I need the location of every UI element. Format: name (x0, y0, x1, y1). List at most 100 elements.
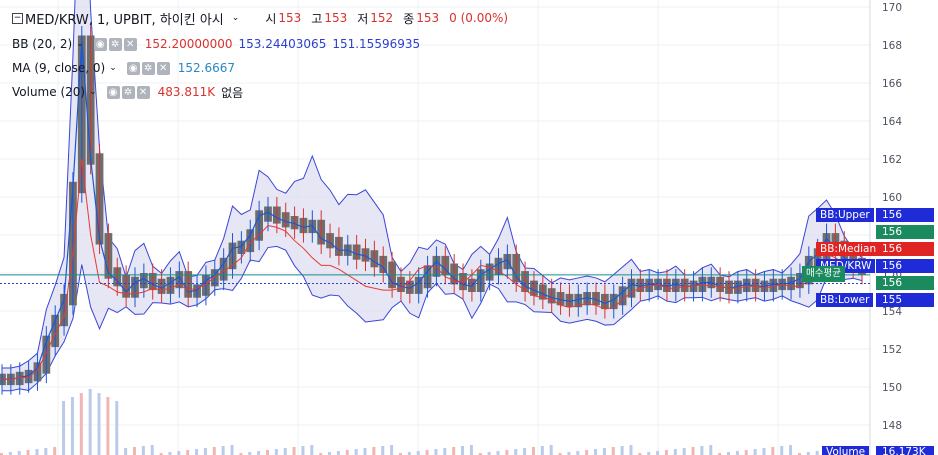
volume-bar (292, 447, 296, 455)
volume-bar (416, 451, 420, 455)
volume-bar (106, 397, 110, 455)
y-tick-label: 152 (882, 344, 902, 356)
ma-value: 152.6667 (177, 61, 235, 75)
volume-bar (540, 446, 544, 455)
volume-bar (780, 446, 784, 455)
volume-bar (230, 445, 234, 455)
volume-bar (35, 449, 39, 455)
volume-bar (44, 448, 48, 455)
volume-bar (514, 449, 518, 455)
volume-bar (673, 449, 677, 455)
eye-icon[interactable]: ◉ (106, 85, 120, 99)
y-tick-label: 164 (882, 116, 902, 128)
volume-bar (283, 448, 287, 455)
high-value: 153 (324, 11, 348, 25)
eye-icon[interactable]: ◉ (126, 61, 140, 75)
bb-lower-axis-value: 155 (876, 293, 934, 307)
volume-bar (372, 447, 376, 455)
volume-bar (762, 448, 766, 455)
volume-bar (585, 450, 589, 455)
volume-bar (345, 450, 349, 455)
gear-icon[interactable]: ✲ (141, 61, 155, 75)
bb-median-tag: BB:Median (816, 242, 881, 256)
y-tick-label: 170 (882, 2, 902, 14)
volume-bar (505, 450, 509, 455)
bb-basis-value: 152.20000000 (144, 37, 233, 51)
low-label: 저 (357, 11, 369, 26)
volume-bar (97, 393, 101, 455)
volume-bar (656, 451, 660, 455)
volume-bar (177, 451, 181, 455)
volume-bar (549, 445, 553, 455)
y-tick-label: 166 (882, 78, 902, 90)
volume-bar (434, 449, 438, 455)
ma-name[interactable]: MA (9, close, 0) (12, 61, 105, 75)
y-tick-label: 162 (882, 154, 902, 166)
volume-bar (523, 448, 527, 455)
volume-bar (709, 445, 713, 455)
header-row: − MED/KRW, 1, UPBIT, 하이킨 아시 ⌄ 시 153 고 15… (12, 9, 510, 28)
chevron-down-icon[interactable]: ⌄ (232, 13, 240, 23)
y-tick-label: 148 (882, 420, 902, 432)
bb-upper-line (2, 0, 863, 369)
volume-ma-value: 없음 (221, 85, 244, 100)
volume-tag: Volume (822, 446, 870, 455)
volume-bar (212, 447, 216, 455)
bb-median-axis-value: 156 (876, 242, 934, 256)
bb-name[interactable]: BB (20, 2) (12, 37, 72, 51)
volume-bar (88, 389, 92, 455)
chevron-down-icon[interactable]: ⌄ (109, 63, 117, 73)
volume-bar (496, 451, 500, 455)
y-tick-label: 150 (882, 382, 902, 394)
volume-name[interactable]: Volume (20) (12, 85, 85, 99)
volume-bar (469, 445, 473, 455)
y-tick-label: 160 (882, 192, 902, 204)
volume-bar (735, 451, 739, 455)
volume-bar (265, 450, 269, 455)
volume-bar (664, 450, 668, 455)
volume-bar (336, 451, 340, 455)
chevron-down-icon[interactable]: ⌄ (89, 87, 97, 97)
bb-upper-value: 153.24403065 (238, 37, 327, 51)
open-label: 시 (265, 11, 277, 26)
avg-buy-axis-value: 156 (876, 276, 934, 290)
volume-bar (53, 447, 57, 455)
volume-bar (753, 449, 757, 455)
pair-axis-value: 156 (876, 259, 934, 273)
chart-root: { "header": { "symbol": "MED/KRW, 1, UPB… (0, 0, 938, 455)
close-icon[interactable]: ✕ (123, 37, 137, 51)
volume-bar (354, 449, 358, 455)
volume-bar (274, 449, 278, 455)
bb-legend-row: BB (20, 2) ⌄ ◉ ✲ ✕ 152.20000000 153.2440… (12, 35, 420, 53)
volume-bar (771, 447, 775, 455)
volume-bar (79, 393, 83, 455)
gear-icon[interactable]: ✲ (108, 37, 122, 51)
symbol-title[interactable]: MED/KRW, 1, UPBIT, 하이킨 아시 (25, 9, 224, 28)
volume-bar (691, 447, 695, 455)
volume-bar (815, 451, 819, 455)
volume-bar (195, 449, 199, 455)
collapse-icon[interactable]: − (12, 12, 23, 24)
volume-bar (531, 447, 535, 455)
chevron-down-icon[interactable]: ⌄ (76, 39, 84, 49)
volume-bar (310, 445, 314, 455)
close-icon[interactable]: ✕ (156, 61, 170, 75)
volume-bar (124, 448, 128, 455)
close-icon[interactable]: ✕ (136, 85, 150, 99)
volume-bar (611, 447, 615, 455)
volume-bar (789, 445, 793, 455)
volume-bar (682, 448, 686, 455)
volume-bar (186, 450, 190, 455)
volume-bar (17, 451, 21, 455)
volume-bar (115, 401, 119, 455)
volume-bar (132, 447, 136, 455)
volume-bar (221, 446, 225, 455)
volume-bar (26, 450, 30, 455)
eye-icon[interactable]: ◉ (93, 37, 107, 51)
volume-bar (461, 446, 465, 455)
gear-icon[interactable]: ✲ (121, 85, 135, 99)
high-label: 고 (311, 11, 323, 26)
volume-bar (62, 401, 66, 455)
volume-bar (390, 445, 394, 455)
volume-bar (443, 448, 447, 455)
